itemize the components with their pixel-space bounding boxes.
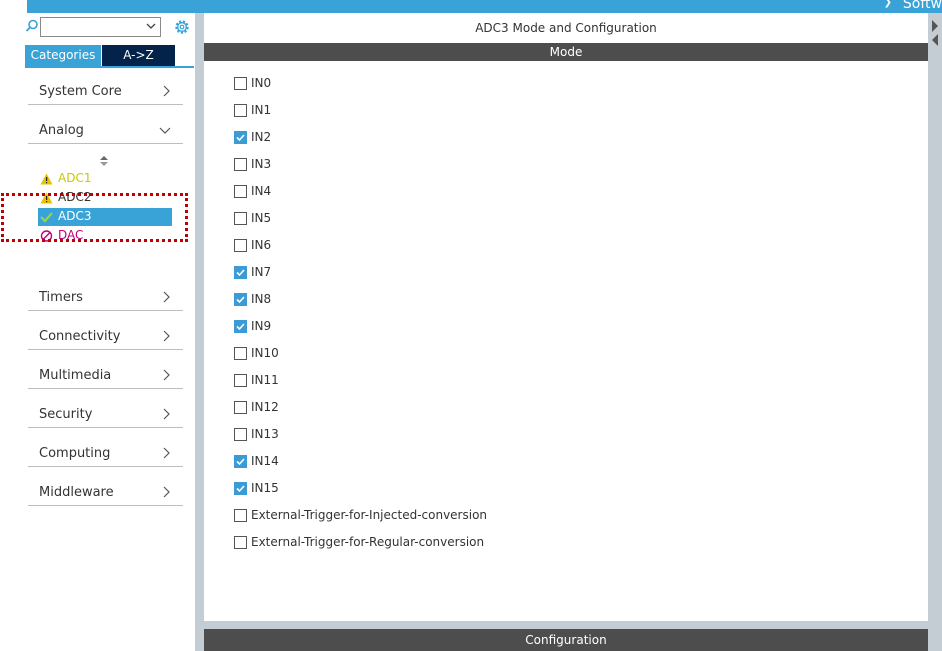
checkbox[interactable] xyxy=(234,131,247,144)
category-middleware[interactable]: Middleware xyxy=(28,479,183,506)
category-system-core[interactable]: System Core xyxy=(28,78,183,105)
chevron-down-icon[interactable] xyxy=(146,21,156,31)
analog-item-adc1[interactable]: ADC1 xyxy=(38,170,172,188)
checkbox[interactable] xyxy=(234,212,247,225)
tab-categories[interactable]: Categories xyxy=(25,45,101,66)
chevron-right-icon xyxy=(163,330,170,342)
tab-underline xyxy=(25,66,194,68)
chevron-down-icon xyxy=(159,127,171,134)
checkbox[interactable] xyxy=(234,293,247,306)
checkbox[interactable] xyxy=(234,77,247,90)
top-toolbar: ❯ Softw xyxy=(27,0,942,13)
category-label: Multimedia xyxy=(39,368,112,383)
option-label: IN5 xyxy=(251,211,272,225)
checkbox[interactable] xyxy=(234,401,247,414)
categories-sidebar: Categories A->Z System Core Analog ADC1 … xyxy=(0,13,195,651)
search-input[interactable] xyxy=(40,17,161,37)
option-label: IN9 xyxy=(251,319,272,333)
checkbox[interactable] xyxy=(234,239,247,252)
mode-header: Mode xyxy=(204,43,928,61)
checkbox[interactable] xyxy=(234,428,247,441)
chevron-right-icon xyxy=(163,291,170,303)
category-label: Computing xyxy=(39,446,111,461)
option-label: IN3 xyxy=(251,157,272,171)
option-label: IN4 xyxy=(251,184,272,198)
option-label: IN13 xyxy=(251,427,279,441)
gear-icon[interactable] xyxy=(173,18,191,36)
category-label: Timers xyxy=(39,290,83,305)
collapse-arrows-icon[interactable] xyxy=(930,18,942,48)
checkbox[interactable] xyxy=(234,266,247,279)
option-label: IN12 xyxy=(251,400,279,414)
checkbox[interactable] xyxy=(234,158,247,171)
checkbox[interactable] xyxy=(234,536,247,549)
checkbox[interactable] xyxy=(234,104,247,117)
category-security[interactable]: Security xyxy=(28,401,183,428)
option-label: IN7 xyxy=(251,265,272,279)
option-label: External-Trigger-for-Injected-conversion xyxy=(251,508,488,522)
checkbox[interactable] xyxy=(234,374,247,387)
option-label: IN11 xyxy=(251,373,279,387)
checkbox[interactable] xyxy=(234,320,247,333)
option-label: External-Trigger-for-Regular-conversion xyxy=(251,535,485,549)
chevron-down-icon[interactable]: ❯ xyxy=(884,0,892,8)
category-label: Analog xyxy=(39,123,84,138)
category-computing[interactable]: Computing xyxy=(28,440,183,467)
checkbox[interactable] xyxy=(234,185,247,198)
option-label: IN15 xyxy=(251,481,279,495)
highlight-annotation xyxy=(1,193,188,242)
option-label: IN0 xyxy=(251,76,272,90)
option-label: IN6 xyxy=(251,238,272,252)
page-title: ADC3 Mode and Configuration xyxy=(475,21,657,35)
chevron-right-icon xyxy=(163,447,170,459)
category-label: Security xyxy=(39,407,93,422)
search-icon[interactable] xyxy=(25,19,39,33)
category-label: Connectivity xyxy=(39,329,121,344)
option-label: IN10 xyxy=(251,346,279,360)
sort-icon[interactable] xyxy=(99,155,109,167)
category-timers[interactable]: Timers xyxy=(28,284,183,311)
configuration-header: Configuration xyxy=(204,629,928,651)
checkbox[interactable] xyxy=(234,455,247,468)
item-label: ADC1 xyxy=(58,171,92,185)
category-label: Middleware xyxy=(39,485,114,500)
checkbox[interactable] xyxy=(234,482,247,495)
option-label: IN1 xyxy=(251,103,272,117)
tab-a-z[interactable]: A->Z xyxy=(102,45,175,66)
option-label: IN2 xyxy=(251,130,272,144)
option-label: IN14 xyxy=(251,454,279,468)
checkbox[interactable] xyxy=(234,347,247,360)
warning-icon xyxy=(40,173,53,185)
chevron-right-icon xyxy=(163,408,170,420)
category-connectivity[interactable]: Connectivity xyxy=(28,323,183,350)
chevron-right-icon xyxy=(163,85,170,97)
category-analog[interactable]: Analog xyxy=(28,117,183,144)
toolbar-label[interactable]: Softw xyxy=(903,0,942,12)
option-label: IN8 xyxy=(251,292,272,306)
mode-panel: ADC3 Mode and Configuration Mode IN0 IN1… xyxy=(204,13,928,621)
category-label: System Core xyxy=(39,84,122,99)
checkbox[interactable] xyxy=(234,509,247,522)
chevron-right-icon xyxy=(163,486,170,498)
chevron-right-icon xyxy=(163,369,170,381)
category-multimedia[interactable]: Multimedia xyxy=(28,362,183,389)
